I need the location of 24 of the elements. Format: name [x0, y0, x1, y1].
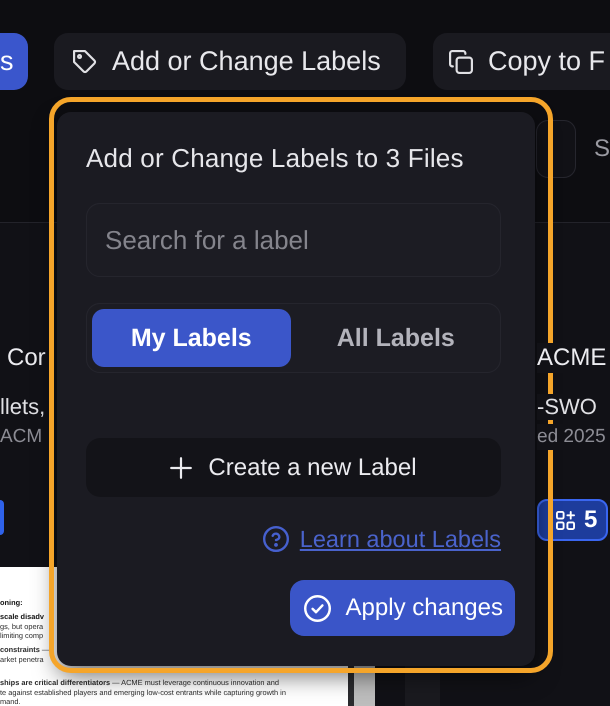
- search-field[interactable]: Search for a label: [86, 203, 501, 277]
- tag-icon: [73, 50, 97, 74]
- apply-button[interactable]: Apply changes: [290, 580, 515, 636]
- labels-tab[interactable]: All Labels: [296, 309, 495, 367]
- labels-tab[interactable]: My Labels: [92, 309, 290, 367]
- help-icon: [262, 526, 289, 552]
- copy-icon: [449, 50, 473, 74]
- card-text: llets,: [0, 394, 46, 420]
- card-meta: ACM: [0, 425, 42, 449]
- plus-icon: [170, 456, 192, 478]
- copy-button[interactable]: Copy to F: [433, 33, 610, 90]
- create-label-button[interactable]: Create a new Label: [86, 438, 501, 497]
- card-meta: ed 2025: [537, 424, 606, 450]
- grid-plus-icon: [556, 510, 575, 530]
- labels-button[interactable]: Add or Change Labels: [54, 33, 406, 90]
- filter-label: S: [594, 134, 610, 164]
- card-text: -SWO: [537, 394, 597, 420]
- check-circle-icon: [304, 594, 331, 622]
- card-title: ACME: [537, 343, 606, 373]
- card-title: Cor: [7, 343, 46, 373]
- popup-title: Add or Change Labels to 3 Files: [86, 143, 464, 173]
- count-badge[interactable]: 5: [537, 499, 608, 541]
- count-badge[interactable]: [0, 500, 4, 535]
- toolbar-button[interactable]: s: [0, 33, 28, 90]
